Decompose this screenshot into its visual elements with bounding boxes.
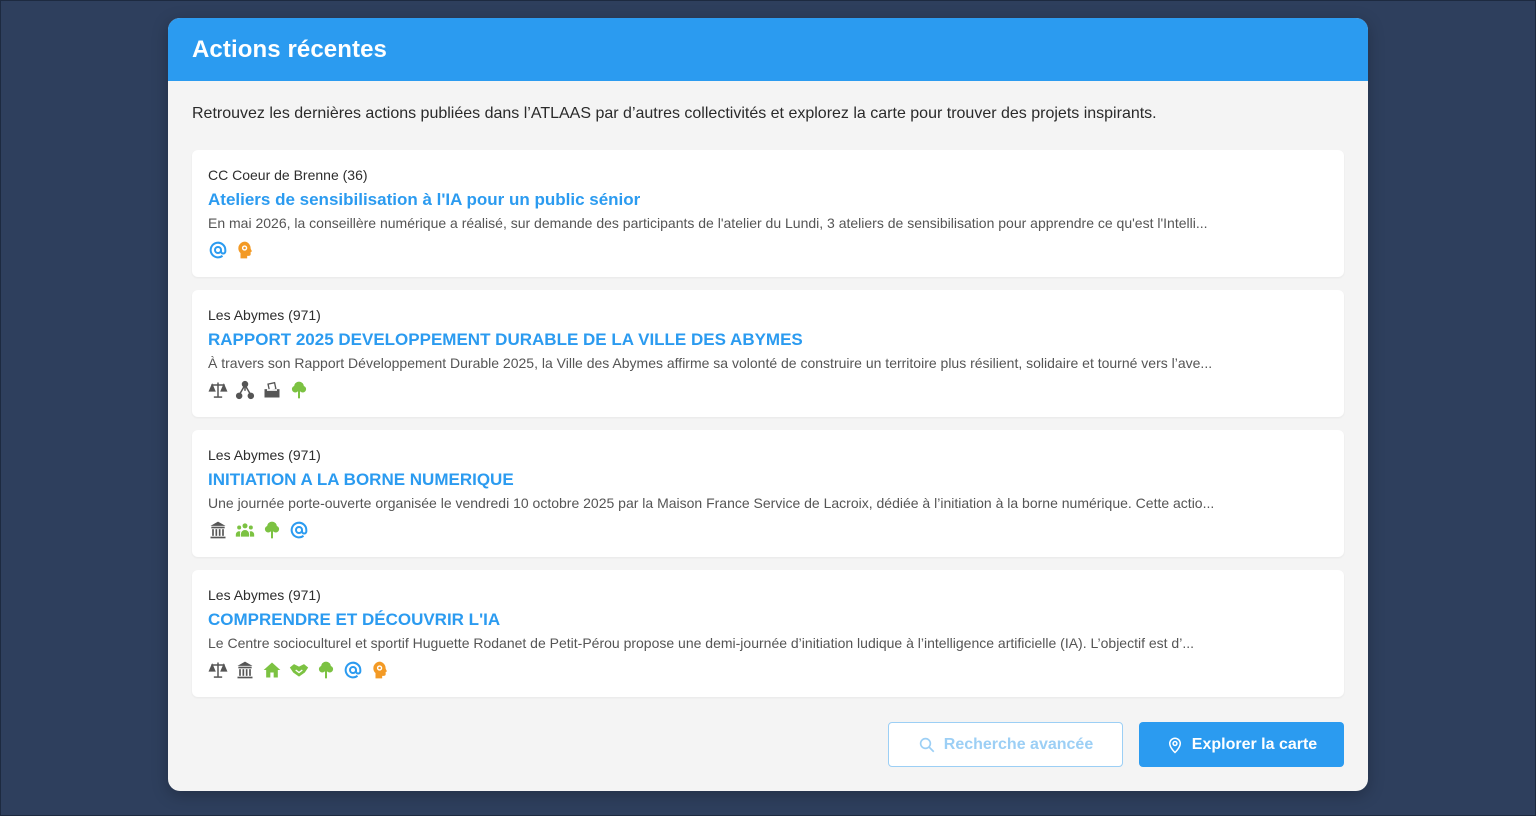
search-icon xyxy=(919,737,935,752)
intro-text: Retrouvez les dernières actions publiées… xyxy=(192,105,1157,122)
at-icon xyxy=(343,660,363,680)
action-card[interactable]: Les Abymes (971) INITIATION A LA BORNE NU… xyxy=(192,430,1344,557)
handshake-icon xyxy=(289,660,309,680)
action-title-link[interactable]: COMPRENDRE ET DÉCOUVRIR L'IA xyxy=(208,609,500,631)
action-location: Les Abymes (971) xyxy=(208,587,321,603)
action-theme-icons xyxy=(208,520,1328,540)
explore-map-label: Explorer la carte xyxy=(1191,735,1318,753)
tree-icon xyxy=(262,520,282,540)
actions-list: CC Coeur de Brenne (36) Ateliers de sensi… xyxy=(192,150,1344,710)
advanced-search-button[interactable]: Recherche avancée xyxy=(888,722,1123,767)
action-title-link[interactable]: RAPPORT 2025 DEVELOPPEMENT DURABLE DE LA… xyxy=(208,329,803,351)
balance-scale-icon xyxy=(208,380,228,400)
action-description: Une journée porte-ouverte organisée le v… xyxy=(208,495,1215,511)
ballot-box-icon xyxy=(262,380,282,400)
recent-actions-panel: Actions récentes Retrouvez les dernières… xyxy=(168,18,1368,791)
tree-icon xyxy=(289,380,309,400)
panel-title: Actions récentes xyxy=(192,35,388,63)
action-description: Le Centre socioculturel et sportif Hugue… xyxy=(208,635,1195,651)
action-description: À travers son Rapport Développement Dura… xyxy=(208,355,1213,371)
map-pin-icon xyxy=(1168,737,1181,754)
action-theme-icons xyxy=(208,660,1328,680)
action-location: Les Abymes (971) xyxy=(208,447,321,463)
head-brain-icon xyxy=(370,660,390,680)
action-card[interactable]: Les Abymes (971) COMPRENDRE ET DÉCOUVRIR … xyxy=(192,570,1344,697)
network-icon xyxy=(235,380,255,400)
public-building-icon xyxy=(208,520,228,540)
action-location: CC Coeur de Brenne (36) xyxy=(208,167,368,183)
action-location: Les Abymes (971) xyxy=(208,307,321,323)
action-card[interactable]: CC Coeur de Brenne (36) Ateliers de sensi… xyxy=(192,150,1344,277)
house-icon xyxy=(262,660,282,680)
action-title-link[interactable]: Ateliers de sensibilisation à l'IA pour … xyxy=(208,189,640,211)
advanced-search-label: Recherche avancée xyxy=(943,735,1094,753)
balance-scale-icon xyxy=(208,660,228,680)
action-card[interactable]: Les Abymes (971) RAPPORT 2025 DEVELOPPEME… xyxy=(192,290,1344,417)
action-description: En mai 2026, la conseillère numérique a … xyxy=(208,215,1208,231)
at-icon xyxy=(289,520,309,540)
panel-header: Actions récentes xyxy=(168,18,1368,81)
action-title-link[interactable]: INITIATION A LA BORNE NUMERIQUE xyxy=(208,469,514,491)
explore-map-button[interactable]: Explorer la carte xyxy=(1139,722,1344,767)
action-theme-icons xyxy=(208,240,1328,260)
public-building-icon xyxy=(235,660,255,680)
head-brain-icon xyxy=(235,240,255,260)
at-icon xyxy=(208,240,228,260)
tree-icon xyxy=(316,660,336,680)
action-theme-icons xyxy=(208,380,1328,400)
people-group-icon xyxy=(235,520,255,540)
